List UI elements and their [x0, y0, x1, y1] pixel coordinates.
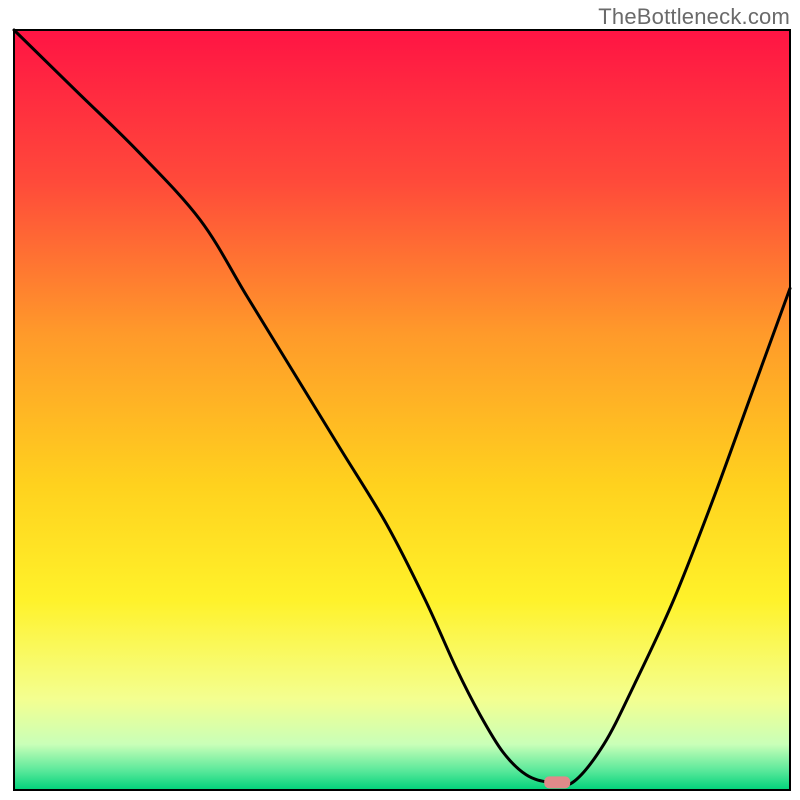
- watermark-text: TheBottleneck.com: [598, 4, 790, 30]
- chart-container: TheBottleneck.com: [0, 0, 800, 800]
- bottleneck-chart: [0, 0, 800, 800]
- optimal-marker: [544, 776, 570, 788]
